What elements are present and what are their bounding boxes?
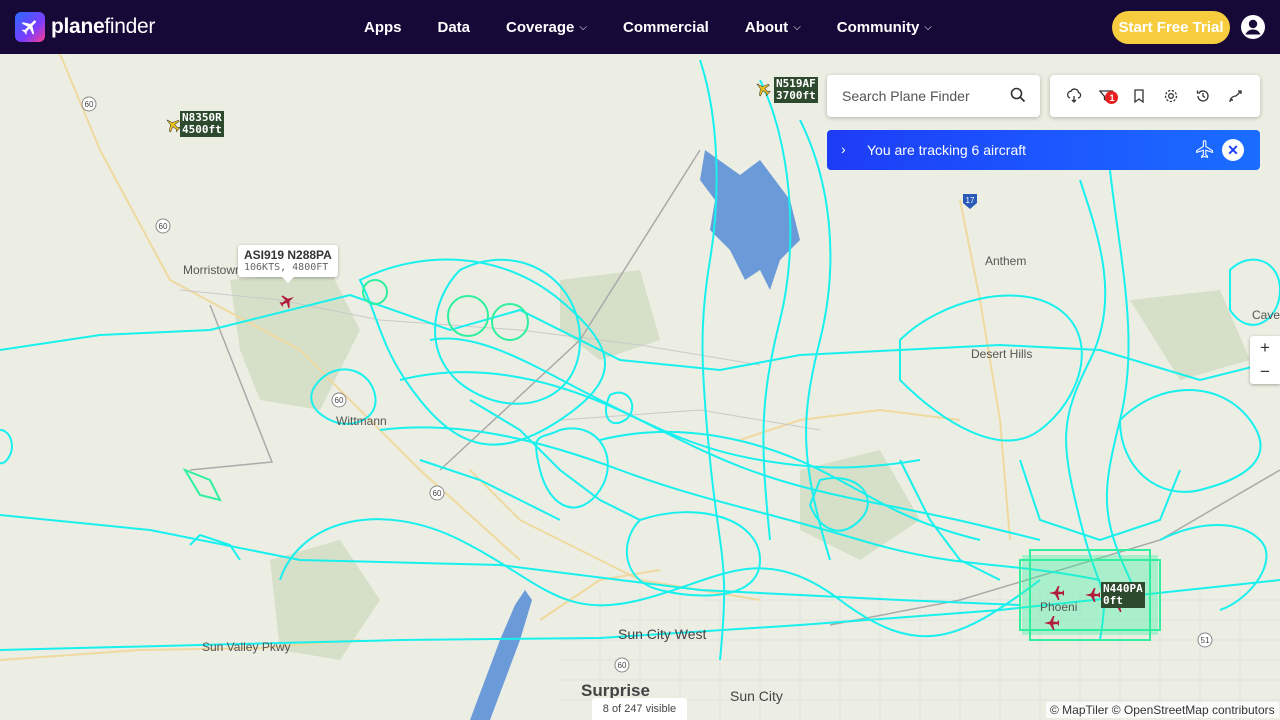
tracking-banner: › You are tracking 6 aircraft ✕ (827, 130, 1260, 170)
map-attribution[interactable]: © MapTiler © OpenStreetMap contributors (1046, 702, 1279, 718)
chevron-down-icon: ⌵ (924, 21, 932, 33)
top-navigation-bar: planefinder Apps Data Coverage ⌵ Commerci… (0, 0, 1280, 54)
aircraft-label-n440pa[interactable]: N440PA 0ft (1101, 582, 1145, 608)
nav-about[interactable]: About ⌵ (745, 19, 801, 36)
search-box (827, 75, 1040, 117)
svg-text:51: 51 (1201, 636, 1210, 645)
place-sun-city-west: Sun City West (618, 626, 707, 642)
place-wittmann: Wittmann (336, 414, 387, 428)
logo-plane-icon (15, 12, 45, 42)
place-desert-hills: Desert Hills (971, 347, 1033, 361)
logo-text: planefinder (51, 15, 156, 38)
visible-aircraft-count: 8 of 247 visible (592, 698, 687, 720)
history-icon[interactable] (1191, 84, 1215, 108)
map-toolbar: 1 (1050, 75, 1260, 117)
place-sun-city: Sun City (730, 688, 783, 704)
tracking-text: You are tracking 6 aircraft (867, 142, 1027, 158)
tooltip-subtitle: 106KTS, 4800FT (244, 262, 329, 273)
chevron-right-icon[interactable]: › (841, 141, 846, 157)
nav-apps[interactable]: Apps (364, 19, 402, 36)
place-cave: Cave (1252, 308, 1280, 322)
plane-icon (1195, 139, 1215, 164)
zoom-controls: + − (1250, 336, 1280, 384)
zoom-out-button[interactable]: − (1250, 360, 1280, 384)
user-account-icon[interactable] (1240, 14, 1266, 40)
nav-data[interactable]: Data (438, 19, 471, 36)
svg-text:60: 60 (159, 222, 168, 231)
aircraft-label-n519af[interactable]: N519AF 3700ft (774, 77, 818, 103)
close-tracking-button[interactable]: ✕ (1222, 139, 1244, 161)
nav-commercial[interactable]: Commercial (623, 19, 709, 36)
svg-text:60: 60 (85, 100, 94, 109)
settings-icon[interactable] (1159, 84, 1183, 108)
weather-icon[interactable] (1062, 84, 1086, 108)
planefinder-logo[interactable]: planefinder (15, 12, 155, 42)
chevron-down-icon: ⌵ (579, 21, 587, 33)
main-nav: Apps Data Coverage ⌵ Commercial About ⌵ Co… (364, 0, 968, 54)
zoom-in-button[interactable]: + (1250, 336, 1280, 360)
search-input[interactable] (842, 88, 992, 104)
svg-text:60: 60 (433, 489, 442, 498)
place-phoenix: Phoeni (1040, 600, 1078, 614)
bookmark-icon[interactable] (1127, 84, 1151, 108)
tooltip-title: ASI919 N288PA (244, 248, 332, 262)
aircraft-label-n8350r[interactable]: N8350R 4500ft (180, 111, 224, 137)
search-icon[interactable] (1010, 87, 1026, 108)
place-morristown: Morristown (183, 263, 242, 277)
road-sun-valley-pkwy: Sun Valley Pkwy (202, 640, 291, 654)
ar-icon[interactable] (1224, 84, 1248, 108)
aircraft-tooltip[interactable]: ASI919 N288PA 106KTS, 4800FT (238, 245, 338, 283)
svg-text:17: 17 (966, 196, 975, 205)
nav-coverage[interactable]: Coverage ⌵ (506, 19, 587, 36)
nav-community[interactable]: Community ⌵ (837, 19, 932, 36)
place-anthem: Anthem (985, 254, 1027, 268)
filter-icon[interactable]: 1 (1094, 84, 1119, 108)
chevron-down-icon: ⌵ (793, 21, 801, 33)
start-free-trial-button[interactable]: Start Free Trial (1112, 11, 1230, 44)
svg-text:60: 60 (618, 661, 627, 670)
svg-text:60: 60 (335, 396, 344, 405)
filter-badge: 1 (1105, 91, 1119, 104)
